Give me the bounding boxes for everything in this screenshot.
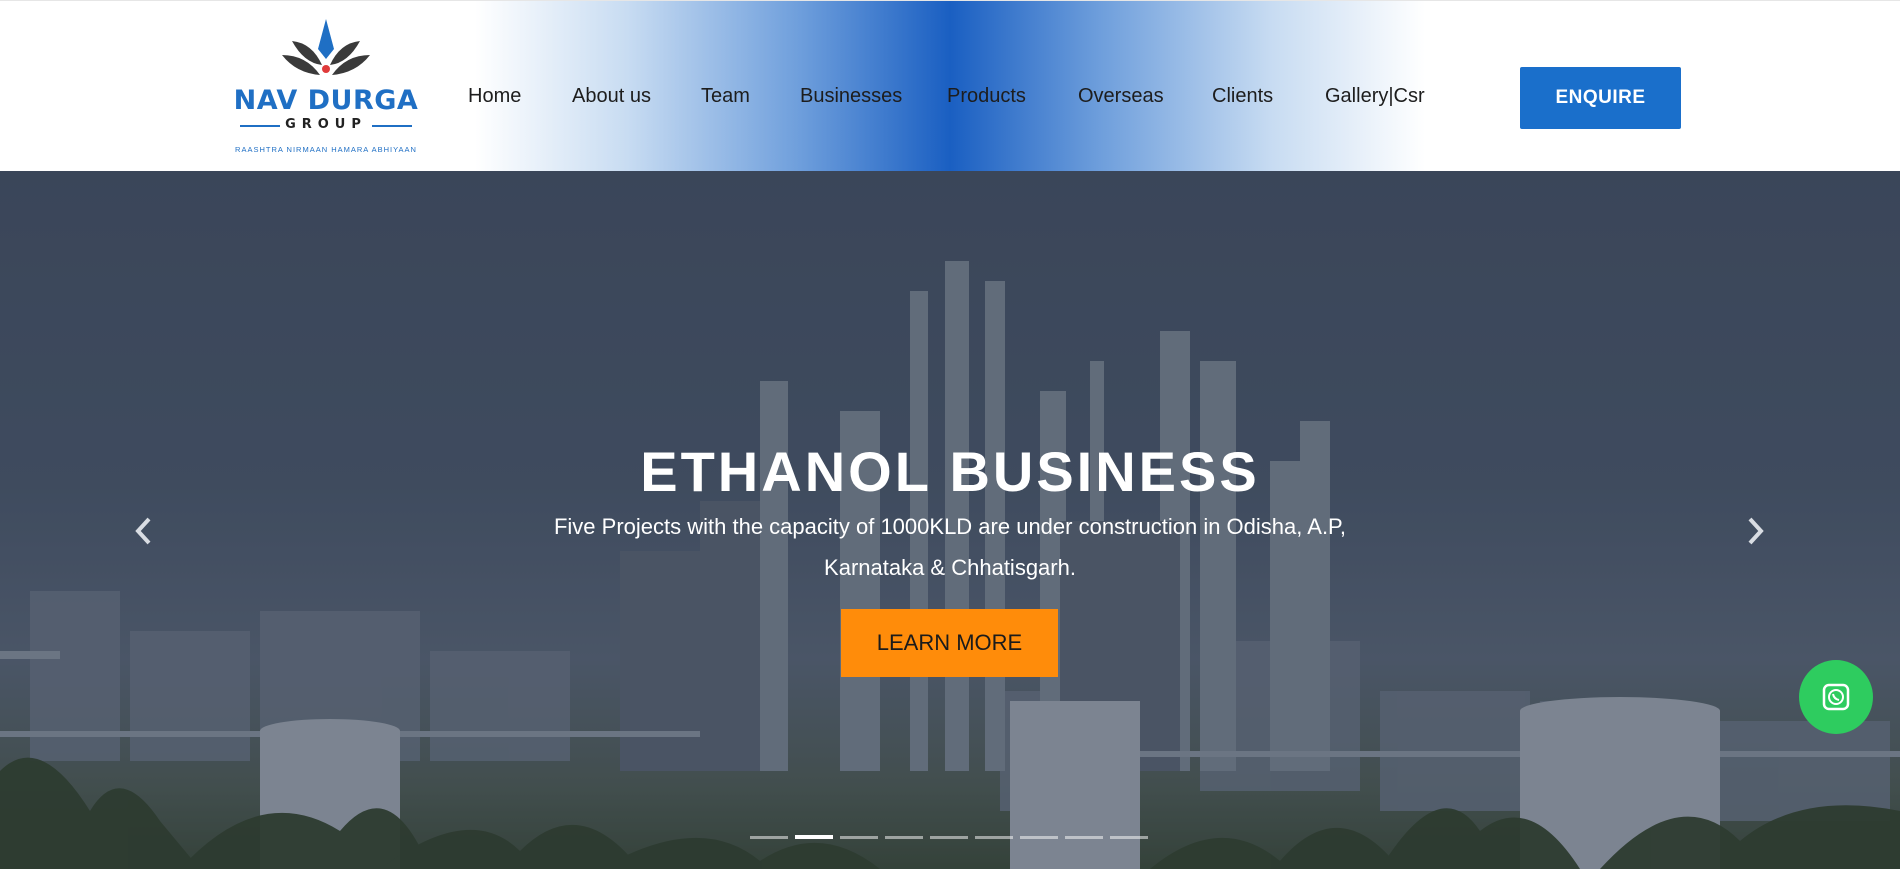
nav-item-products[interactable]: Products (947, 85, 1026, 108)
whatsapp-icon (1822, 683, 1850, 711)
nav-item-about-us[interactable]: About us (572, 85, 651, 108)
carousel-indicator-5[interactable] (930, 836, 968, 839)
carousel-next-button[interactable] (1741, 511, 1771, 551)
carousel-indicator-6[interactable] (975, 836, 1013, 839)
carousel-indicator-7[interactable] (1020, 836, 1058, 839)
chevron-right-icon (1748, 517, 1764, 545)
hero-description: Five Projects with the capacity of 1000K… (540, 506, 1360, 588)
carousel-indicator-9[interactable] (1110, 836, 1148, 839)
brand-name: NAV DURGA (233, 85, 419, 116)
hero-carousel: ETHANOL BUSINESS Five Projects with the … (0, 171, 1900, 869)
carousel-indicator-4[interactable] (885, 836, 923, 839)
nav-item-team[interactable]: Team (701, 85, 750, 108)
carousel-prev-button[interactable] (128, 511, 158, 551)
hero-description-line-1: Five Projects with the capacity of 1000K… (553, 514, 1347, 539)
carousel-indicator-1[interactable] (750, 836, 788, 839)
chevron-left-icon (135, 517, 151, 545)
nav-item-gallery-csr[interactable]: Gallery|Csr (1325, 85, 1425, 108)
lotus-emblem-icon (282, 19, 370, 75)
carousel-indicator-3[interactable] (840, 836, 878, 839)
brand-logo[interactable]: NAV DURGA GROUP RAASHTRA NIRMAAN HAMARA … (232, 19, 420, 154)
nav-item-clients[interactable]: Clients (1212, 85, 1273, 108)
carousel-indicator-8[interactable] (1065, 836, 1103, 839)
carousel-indicator-2[interactable] (795, 835, 833, 839)
hero-title: ETHANOL BUSINESS (640, 440, 1260, 503)
learn-more-button[interactable]: LEARN MORE (841, 609, 1058, 677)
nav-item-home[interactable]: Home (468, 85, 521, 108)
brand-tagline: RAASHTRA NIRMAAN HAMARA ABHIYAAN (235, 145, 417, 154)
nav-item-businesses[interactable]: Businesses (800, 85, 902, 108)
enquire-button[interactable]: ENQUIRE (1520, 67, 1681, 129)
site-header: NAV DURGA GROUP RAASHTRA NIRMAAN HAMARA … (0, 0, 1900, 171)
whatsapp-button[interactable] (1799, 660, 1873, 734)
hero-description-line-2: Karnataka & Chhatisgarh. (824, 555, 1076, 580)
nav-item-overseas[interactable]: Overseas (1078, 85, 1164, 108)
brand-group: GROUP (232, 117, 420, 132)
